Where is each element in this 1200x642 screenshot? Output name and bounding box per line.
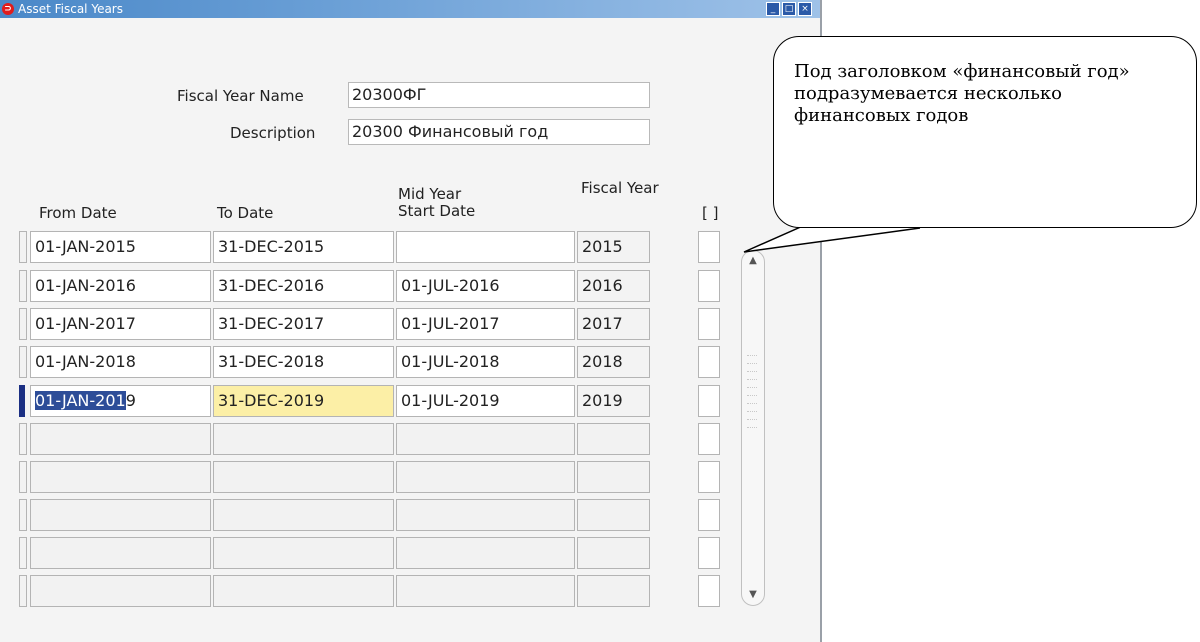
from-date-cell[interactable] <box>30 461 211 493</box>
to-date-cell[interactable] <box>213 423 394 455</box>
scroll-thumb[interactable] <box>747 351 759 471</box>
row-checkbox[interactable] <box>698 270 720 302</box>
fiscal-year-cell: 2018 <box>577 346 650 378</box>
mid-year-start-date-cell[interactable] <box>396 461 575 493</box>
mid-year-start-date-cell[interactable] <box>396 231 575 263</box>
row-indicator[interactable] <box>19 270 27 302</box>
fiscal-year-cell <box>577 499 650 531</box>
fiscal-year-cell: 2017 <box>577 308 650 340</box>
from-date-cell[interactable]: 01-JAN-2017 <box>30 308 211 340</box>
row-indicator[interactable] <box>19 499 27 531</box>
fiscal-year-name-label: Fiscal Year Name <box>177 87 304 105</box>
from-date-cell[interactable]: 01-JAN-2018 <box>30 346 211 378</box>
from-date-cell[interactable]: 01-JAN-2016 <box>30 270 211 302</box>
close-icon[interactable]: × <box>798 2 812 16</box>
row-checkbox[interactable] <box>698 308 720 340</box>
row-checkbox[interactable] <box>698 423 720 455</box>
oracle-app-icon: ⊃ <box>2 3 14 15</box>
row-indicator[interactable] <box>19 537 27 569</box>
to-date-cell[interactable]: 31-DEC-2019 <box>213 385 394 417</box>
mid-year-start-date-cell[interactable] <box>396 575 575 607</box>
mid-year-start-date-cell[interactable] <box>396 537 575 569</box>
description-field[interactable]: 20300 Финансовый год <box>348 119 650 145</box>
row-indicator[interactable] <box>19 575 27 607</box>
to-date-cell[interactable] <box>213 575 394 607</box>
fiscal-year-cell <box>577 537 650 569</box>
row-indicator[interactable] <box>19 308 27 340</box>
row-checkbox[interactable] <box>698 231 720 263</box>
unselected-text: 9 <box>125 391 136 410</box>
mid-year-start-date-cell[interactable]: 01-JUL-2019 <box>396 385 575 417</box>
row-indicator[interactable] <box>19 231 27 263</box>
description-label: Description <box>230 124 316 142</box>
to-date-cell[interactable]: 31-DEC-2017 <box>213 308 394 340</box>
vertical-scrollbar[interactable]: ▲ ▼ <box>741 250 765 606</box>
title-bar[interactable]: ⊃ Asset Fiscal Years _ □ × <box>0 0 820 18</box>
to-date-cell[interactable] <box>213 499 394 531</box>
from-date-cell[interactable] <box>30 423 211 455</box>
row-checkbox[interactable] <box>698 346 720 378</box>
row-indicator[interactable] <box>19 423 27 455</box>
column-header-start-date: Start Date <box>398 202 476 220</box>
selected-text: 01-JAN-201 <box>35 391 126 410</box>
to-date-cell[interactable]: 31-DEC-2015 <box>213 231 394 263</box>
column-header-to-date: To Date <box>217 204 274 222</box>
row-checkbox[interactable] <box>698 575 720 607</box>
fiscal-year-cell <box>577 423 650 455</box>
fiscal-year-cell: 2019 <box>577 385 650 417</box>
from-date-cell[interactable]: 01-JAN-2015 <box>30 231 211 263</box>
fiscal-year-cell <box>577 575 650 607</box>
row-checkbox[interactable] <box>698 537 720 569</box>
mid-year-start-date-cell[interactable]: 01-JUL-2018 <box>396 346 575 378</box>
mid-year-start-date-cell[interactable]: 01-JUL-2016 <box>396 270 575 302</box>
window-title: Asset Fiscal Years <box>18 2 123 16</box>
asset-fiscal-years-window: ⊃ Asset Fiscal Years _ □ × Fiscal Year N… <box>0 0 822 642</box>
column-header-from-date: From Date <box>39 204 117 222</box>
to-date-cell[interactable]: 31-DEC-2016 <box>213 270 394 302</box>
callout-text: Под заголовком «финансовый год» подразум… <box>794 61 1130 126</box>
fiscal-year-cell: 2016 <box>577 270 650 302</box>
mid-year-start-date-cell[interactable] <box>396 499 575 531</box>
column-header-flag: [ ] <box>702 204 719 222</box>
fiscal-year-name-field[interactable]: 20300ФГ <box>348 82 650 108</box>
to-date-cell[interactable] <box>213 461 394 493</box>
from-date-cell[interactable] <box>30 575 211 607</box>
mid-year-start-date-cell[interactable] <box>396 423 575 455</box>
row-checkbox[interactable] <box>698 385 720 417</box>
to-date-cell[interactable] <box>213 537 394 569</box>
from-date-cell[interactable] <box>30 537 211 569</box>
scroll-up-icon[interactable]: ▲ <box>745 253 761 269</box>
minimize-icon[interactable]: _ <box>766 2 780 16</box>
annotation-callout: Под заголовком «финансовый год» подразум… <box>773 36 1197 228</box>
current-row-indicator[interactable] <box>19 385 25 417</box>
row-indicator[interactable] <box>19 346 27 378</box>
fiscal-year-cell <box>577 461 650 493</box>
row-indicator[interactable] <box>19 461 27 493</box>
mid-year-start-date-cell[interactable]: 01-JUL-2017 <box>396 308 575 340</box>
row-checkbox[interactable] <box>698 461 720 493</box>
column-header-mid-year: Mid Year <box>398 185 462 203</box>
from-date-cell-active[interactable]: 01-JAN-2019 <box>30 385 211 417</box>
fiscal-year-cell: 2015 <box>577 231 650 263</box>
scroll-down-icon[interactable]: ▼ <box>745 587 761 603</box>
to-date-cell[interactable]: 31-DEC-2018 <box>213 346 394 378</box>
row-checkbox[interactable] <box>698 499 720 531</box>
maximize-icon[interactable]: □ <box>782 2 796 16</box>
from-date-cell[interactable] <box>30 499 211 531</box>
column-header-fiscal-year: Fiscal Year <box>581 179 659 197</box>
